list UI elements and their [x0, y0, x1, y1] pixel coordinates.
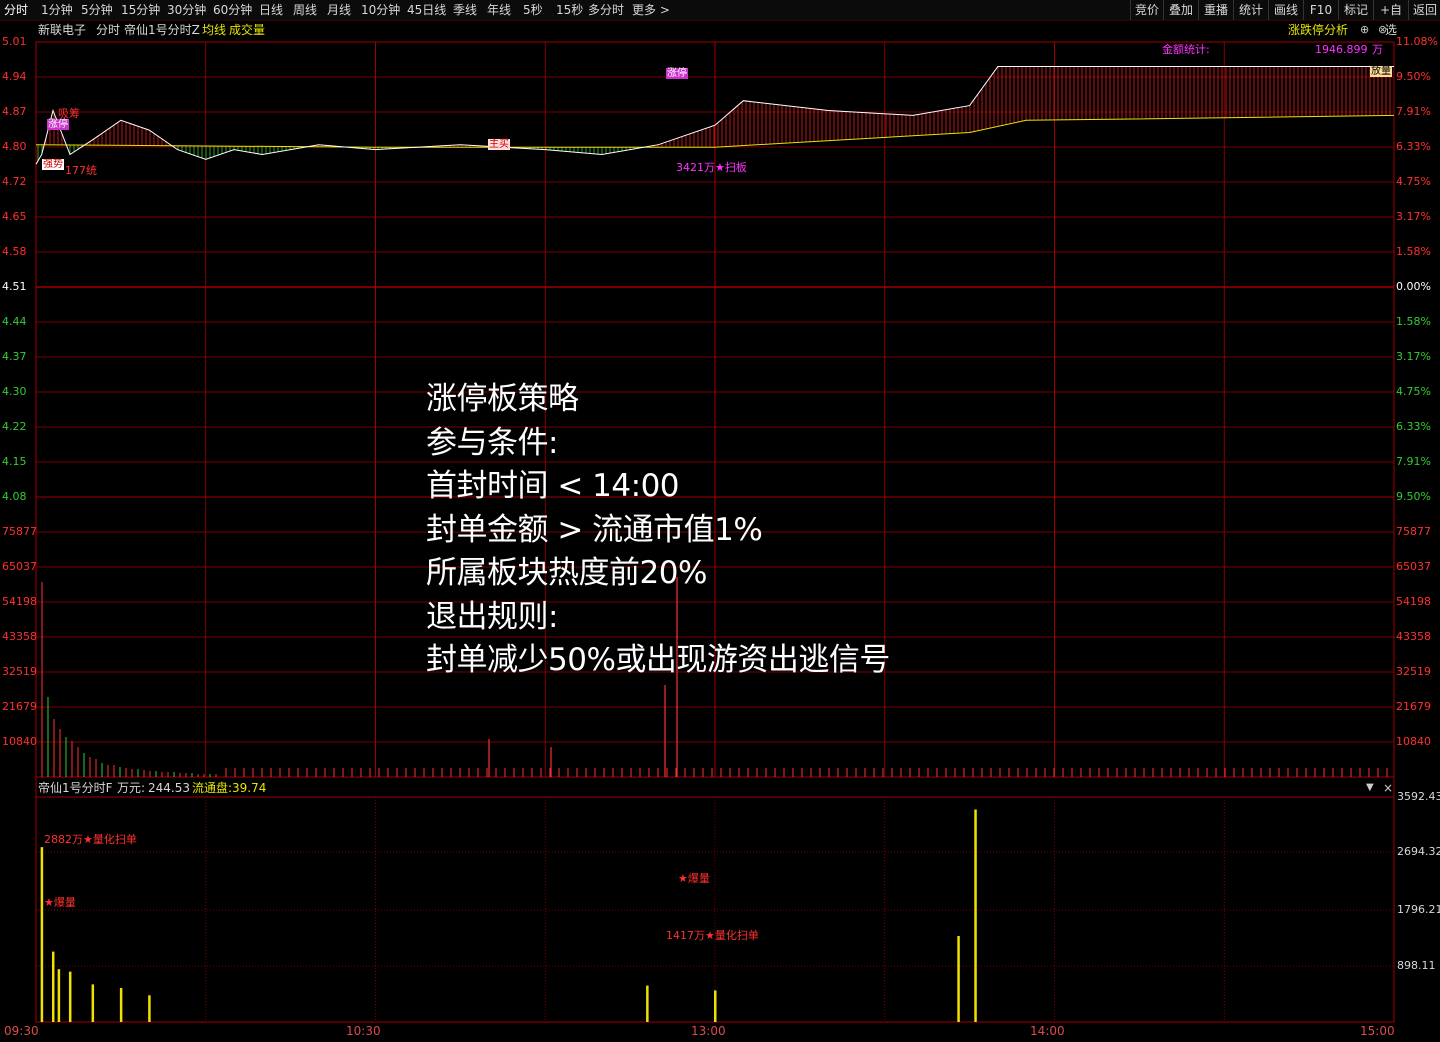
sub-tick-label: 3592.43 [1397, 790, 1440, 803]
sub-bar [91, 984, 95, 1022]
condition-1: 首封时间 < 14:00 [426, 468, 680, 504]
price-tick-label: 4.72 [2, 175, 27, 188]
sub-indicator-name[interactable]: 帝仙1号分时F [38, 780, 113, 796]
volume-tick-label-left: 10840 [2, 735, 37, 748]
burst-volume-annotation-1: ★爆量 [44, 896, 76, 909]
pct-tick-label: 1.58% [1396, 315, 1431, 328]
sub-bar [974, 809, 977, 1022]
quant-sweep-annotation-2: 1417万★量化扫单 [666, 929, 759, 942]
tag-strong: 强势 [42, 159, 64, 170]
burst-volume-annotation-2: ★爆量 [678, 872, 710, 885]
tag-177: 177统 [65, 164, 97, 177]
float-value: 39.74 [232, 781, 267, 795]
volume-tick-label-left: 54198 [2, 595, 37, 608]
pct-tick-label: 3.17% [1396, 350, 1431, 363]
sub-indicator-bars [40, 809, 977, 1022]
amount-stats-value: 1946.899 [1315, 43, 1368, 56]
sub-bar [57, 969, 61, 1022]
sub-bar [148, 995, 151, 1022]
pct-tick-label: 4.75% [1396, 175, 1431, 188]
price-tick-label: 4.65 [2, 210, 27, 223]
sub-bar [714, 990, 717, 1022]
exit-rule-1: 封单减少50%或出现游资出逃信号 [426, 642, 890, 678]
sub-bar [40, 847, 44, 1022]
volume-tick-label-left: 21679 [2, 700, 37, 713]
pct-tick-label: 9.50% [1396, 70, 1431, 83]
price-tick-label: 4.15 [2, 455, 27, 468]
volume-tick-label-left: 65037 [2, 560, 37, 573]
condition-3: 所属板块热度前20% [426, 555, 707, 591]
price-tick-label: 4.58 [2, 245, 27, 258]
price-tick-label: 4.37 [2, 350, 27, 363]
amount-stats-label: 金额统计: [1162, 43, 1210, 56]
pct-tick-label: 6.33% [1396, 420, 1431, 433]
time-tick-label: 13:00 [691, 1024, 726, 1038]
price-tick-label: 4.94 [2, 70, 27, 83]
time-tick-label: 10:30 [346, 1024, 381, 1038]
volume-tick-label-right: 10840 [1396, 735, 1431, 748]
volume-tick-label-left: 75877 [2, 525, 37, 538]
sub-unit-label: 万元: [117, 781, 146, 795]
sub-tick-label: 898.11 [1397, 959, 1436, 972]
sub-unit-value: 244.53 [148, 781, 190, 795]
time-tick-label: 09:30 [4, 1024, 39, 1038]
quant-sweep-annotation-1: 2882万★量化扫单 [44, 833, 137, 846]
sub-tick-label: 2694.32 [1397, 845, 1440, 858]
sub-bar [51, 951, 55, 1022]
volume-tick-label-left: 32519 [2, 665, 37, 678]
collapse-icon[interactable]: ▼ [1366, 780, 1374, 796]
sub-bar [957, 936, 960, 1022]
pct-tick-label: 4.75% [1396, 385, 1431, 398]
tag-main-buy: 主买 [488, 139, 510, 150]
price-tick-label: 4.44 [2, 315, 27, 328]
time-tick-label: 15:00 [1360, 1024, 1395, 1038]
sub-bar [68, 971, 72, 1022]
conditions-label: 参与条件: [426, 424, 558, 461]
sub-bar [646, 985, 649, 1022]
pct-tick-label: 7.91% [1396, 105, 1431, 118]
volume-tick-label-right: 54198 [1396, 595, 1431, 608]
float-label: 流通盘: [192, 781, 233, 795]
sub-tick-label: 1796.21 [1397, 903, 1440, 916]
condition-2: 封单金额 > 流通市值1% [426, 511, 763, 548]
price-tick-label: 4.51 [2, 280, 27, 293]
price-tick-label: 4.22 [2, 420, 27, 433]
tag-limit-up-2: 涨停 [666, 68, 688, 79]
amount-stats-unit: 万 [1372, 43, 1383, 56]
volume-tick-label-right: 21679 [1396, 700, 1431, 713]
sub-close-icon[interactable]: × [1383, 780, 1393, 796]
volume-tick-label-right: 43358 [1396, 630, 1431, 643]
pct-tick-label: 11.08% [1396, 35, 1438, 48]
sub-bar [119, 988, 123, 1022]
tag-limit-up-1: 涨停 [47, 119, 69, 130]
pct-tick-label: 0.00% [1396, 280, 1431, 293]
exit-label: 退出规则: [426, 598, 558, 635]
price-tick-label: 4.87 [2, 105, 27, 118]
price-tick-label: 4.08 [2, 490, 27, 503]
pct-tick-label: 9.50% [1396, 490, 1431, 503]
volume-tick-label-right: 32519 [1396, 665, 1431, 678]
sweep-board-annotation: 3421万★扫板 [676, 161, 747, 174]
price-tick-label: 4.30 [2, 385, 27, 398]
pct-tick-label: 1.58% [1396, 245, 1431, 258]
tag-volume-up: 放量 [1370, 66, 1392, 77]
pct-tick-label: 7.91% [1396, 455, 1431, 468]
strategy-title: 涨停板策略 [426, 381, 579, 417]
volume-tick-label-right: 65037 [1396, 560, 1431, 573]
volume-tick-label-right: 75877 [1396, 525, 1431, 538]
strategy-overlay: 涨停板策略 参与条件: 首封时间 < 14:00 封单金额 > 流通市值1% 所… [426, 378, 890, 683]
price-tick-label: 4.80 [2, 140, 27, 153]
tag-absorb: 吸筹 [58, 107, 80, 120]
volume-tick-label-left: 43358 [2, 630, 37, 643]
pct-tick-label: 3.17% [1396, 210, 1431, 223]
time-tick-label: 14:00 [1030, 1024, 1065, 1038]
pct-tick-label: 6.33% [1396, 140, 1431, 153]
price-tick-label: 5.01 [2, 35, 27, 48]
